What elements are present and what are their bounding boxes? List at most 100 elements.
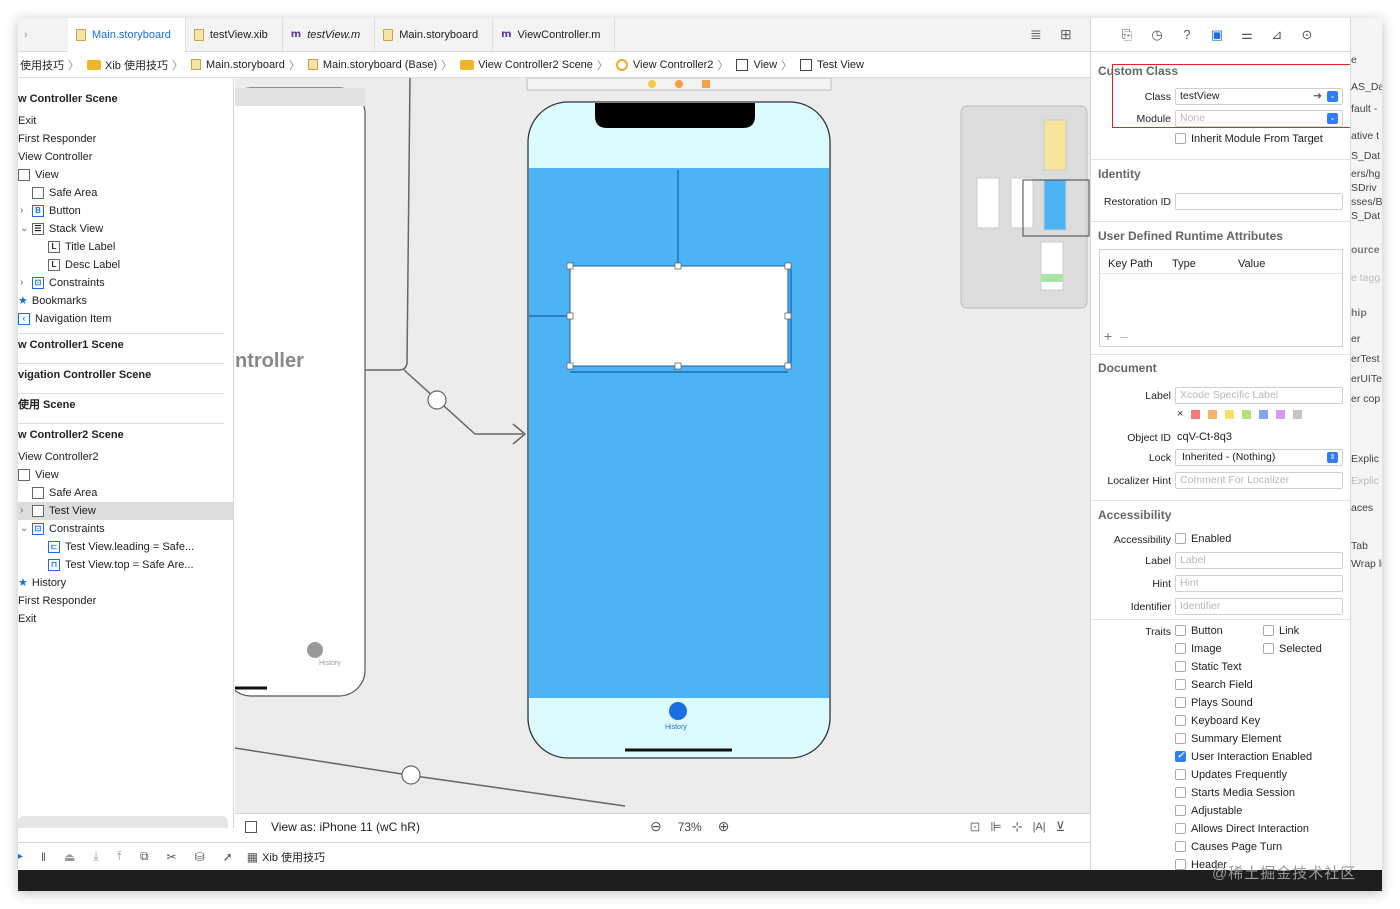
red-swatch[interactable] bbox=[1191, 409, 1201, 419]
trait-summary-element-checkbox[interactable]: Summary Element bbox=[1175, 733, 1281, 745]
outline-item[interactable]: L Title Label bbox=[18, 238, 233, 256]
green-swatch[interactable] bbox=[1242, 409, 1252, 419]
outline-item[interactable]: ★ History bbox=[18, 574, 233, 592]
outline-scene-header[interactable]: vigation Controller Scene bbox=[18, 366, 233, 384]
outline-item-selected[interactable]: › Test View bbox=[18, 502, 233, 520]
tab-testview-m[interactable]: m testView.m bbox=[283, 18, 376, 52]
purple-swatch[interactable] bbox=[1276, 409, 1286, 419]
help-icon[interactable]: ? bbox=[1179, 27, 1195, 42]
outline-item[interactable]: Safe Area bbox=[18, 484, 233, 502]
outline-scene-header[interactable]: w Controller2 Scene bbox=[18, 426, 233, 444]
align-icon[interactable]: ⊫ bbox=[990, 819, 1001, 835]
breadcrumb-item[interactable]: View Controller2 Scene 〉 bbox=[458, 57, 614, 73]
tab-main-storyboard[interactable]: Main.storyboard bbox=[68, 18, 186, 52]
breadcrumb-item[interactable]: View 〉 bbox=[734, 57, 798, 73]
trait-link-checkbox[interactable]: Link bbox=[1263, 625, 1299, 637]
outline-item[interactable]: View bbox=[18, 466, 233, 484]
accessibility-enabled-checkbox[interactable]: Enabled bbox=[1175, 533, 1231, 545]
breakpoint-icon[interactable]: ▸ bbox=[18, 851, 23, 862]
step-out-icon[interactable]: ⤒ bbox=[117, 849, 122, 864]
history-icon[interactable]: ◷ bbox=[1149, 27, 1165, 43]
chevron-right-icon[interactable]: › bbox=[20, 202, 23, 220]
outline-item[interactable]: View bbox=[18, 166, 233, 184]
view-hierarchy-icon[interactable]: ⧉ bbox=[140, 849, 149, 864]
step-in-icon[interactable]: ⤓ bbox=[93, 849, 98, 864]
outline-scene-header[interactable]: w Controller1 Scene bbox=[18, 336, 233, 354]
step-over-icon[interactable]: ⏏ bbox=[64, 850, 75, 864]
connections-icon[interactable]: ⊙ bbox=[1299, 27, 1315, 43]
class-field[interactable]: testView ➔ ⌄ bbox=[1175, 88, 1343, 105]
add-icon[interactable]: + bbox=[1104, 328, 1112, 344]
memory-graph-icon[interactable]: ✂ bbox=[167, 850, 177, 864]
outline-item[interactable]: View Controller bbox=[18, 148, 233, 166]
breadcrumb-item[interactable]: Test View bbox=[798, 58, 866, 71]
module-field[interactable]: None ⌄ bbox=[1175, 110, 1343, 127]
tab-viewcontroller-m[interactable]: m ViewController.m bbox=[493, 18, 616, 52]
size-icon[interactable]: ⊿ bbox=[1269, 27, 1285, 43]
breadcrumb-item[interactable]: Xib 使用技巧〉 bbox=[85, 57, 189, 73]
color-label-swatches[interactable]: × bbox=[1177, 408, 1303, 420]
outline-filter-field[interactable] bbox=[18, 816, 228, 828]
outline-scene-header[interactable]: 使用 Scene bbox=[18, 396, 233, 414]
outline-item[interactable]: ⌄ ☰ Stack View bbox=[18, 220, 233, 238]
storyboard-canvas[interactable]: ntroller History History bbox=[235, 78, 1090, 820]
tab-main-storyboard-2[interactable]: Main.storyboard bbox=[375, 18, 494, 52]
zoom-out-icon[interactable]: ⊖ bbox=[650, 818, 662, 835]
update-frames-icon[interactable]: ⊡ bbox=[969, 819, 980, 835]
lock-popup[interactable]: Inherited - (Nothing) ⇕ bbox=[1175, 449, 1343, 466]
outline-item[interactable]: First Responder bbox=[18, 592, 233, 610]
breadcrumb-item[interactable]: 使用技巧〉 bbox=[18, 57, 85, 73]
add-editor-icon[interactable]: ⊞ bbox=[1060, 26, 1090, 43]
sidebar-toggle-icon[interactable] bbox=[245, 820, 257, 833]
outline-scene-header[interactable]: w Controller Scene bbox=[18, 90, 233, 108]
trait-selected-checkbox[interactable]: Selected bbox=[1263, 643, 1322, 655]
trait-button-checkbox[interactable]: Button bbox=[1175, 625, 1223, 637]
environment-icon[interactable]: ⛁ bbox=[195, 850, 205, 864]
orange-swatch[interactable] bbox=[1208, 409, 1218, 419]
device-config-button[interactable]: View as: iPhone 11 (wC hR) bbox=[271, 820, 420, 834]
blue-swatch[interactable] bbox=[1259, 409, 1269, 419]
breadcrumb-item[interactable]: Main.storyboard (Base) 〉 bbox=[306, 57, 458, 73]
lines-icon[interactable]: ≣ bbox=[1030, 26, 1060, 43]
yellow-swatch[interactable] bbox=[1225, 409, 1235, 419]
inherit-module-checkbox[interactable]: Inherit Module From Target bbox=[1175, 133, 1323, 145]
outline-item[interactable]: Exit bbox=[18, 112, 233, 130]
outline-item[interactable]: Safe Area bbox=[18, 184, 233, 202]
file-icon[interactable]: ⎘ bbox=[1119, 27, 1135, 43]
trait-user-interaction-checkbox[interactable]: User Interaction Enabled bbox=[1175, 750, 1312, 763]
outline-item[interactable]: ⊏ Test View.leading = Safe... bbox=[18, 538, 233, 556]
runtime-attributes-table[interactable]: Key Path Type Value + – bbox=[1099, 249, 1343, 347]
dropdown-icon[interactable]: ⌄ bbox=[1327, 113, 1338, 124]
tab-testview-xib[interactable]: testView.xib bbox=[186, 18, 283, 52]
attributes-icon[interactable]: ⚌ bbox=[1239, 27, 1255, 43]
outline-item[interactable]: View Controller2 bbox=[18, 448, 233, 466]
breadcrumb-item[interactable]: View Controller2 〉 bbox=[614, 57, 735, 73]
localizer-hint-field[interactable]: Comment For Localizer bbox=[1175, 472, 1343, 489]
zoom-in-icon[interactable]: ⊕ bbox=[718, 818, 730, 835]
embed-icon[interactable]: ⊻ bbox=[1056, 819, 1066, 835]
no-color-icon[interactable]: × bbox=[1177, 408, 1183, 420]
trait-adjustable-checkbox[interactable]: Adjustable bbox=[1175, 805, 1242, 817]
resolve-issues-icon[interactable]: |A| bbox=[1033, 821, 1046, 833]
chevron-down-icon[interactable]: ⌄ bbox=[20, 520, 28, 538]
acc-identifier-field[interactable]: Identifier bbox=[1175, 598, 1343, 615]
trait-direct-interaction-checkbox[interactable]: Allows Direct Interaction bbox=[1175, 823, 1309, 835]
outline-item[interactable]: ‹ Navigation Item bbox=[18, 310, 233, 328]
location-icon[interactable]: ➚ bbox=[223, 850, 233, 864]
breadcrumb-item[interactable]: Main.storyboard 〉 bbox=[189, 57, 306, 73]
dropdown-icon[interactable]: ⌄ bbox=[1327, 91, 1338, 102]
trait-starts-media-checkbox[interactable]: Starts Media Session bbox=[1175, 787, 1295, 799]
trait-image-checkbox[interactable]: Image bbox=[1175, 643, 1222, 655]
chevron-down-icon[interactable]: ⌄ bbox=[20, 220, 28, 238]
outline-item[interactable]: ⌄ ⊡ Constraints bbox=[18, 520, 233, 538]
trait-search-field-checkbox[interactable]: Search Field bbox=[1175, 679, 1253, 691]
outline-item[interactable]: L Desc Label bbox=[18, 256, 233, 274]
trait-static-text-checkbox[interactable]: Static Text bbox=[1175, 661, 1242, 673]
outline-item[interactable]: › B Button bbox=[18, 202, 233, 220]
outline-item[interactable]: Exit bbox=[18, 610, 233, 628]
chevron-right-icon[interactable]: › bbox=[20, 502, 23, 520]
chevron-right-icon[interactable]: › bbox=[20, 274, 23, 292]
trait-updates-frequently-checkbox[interactable]: Updates Frequently bbox=[1175, 769, 1287, 781]
arrow-circle-icon[interactable]: ➔ bbox=[1313, 89, 1322, 104]
outline-item[interactable]: ★ Bookmarks bbox=[18, 292, 233, 310]
